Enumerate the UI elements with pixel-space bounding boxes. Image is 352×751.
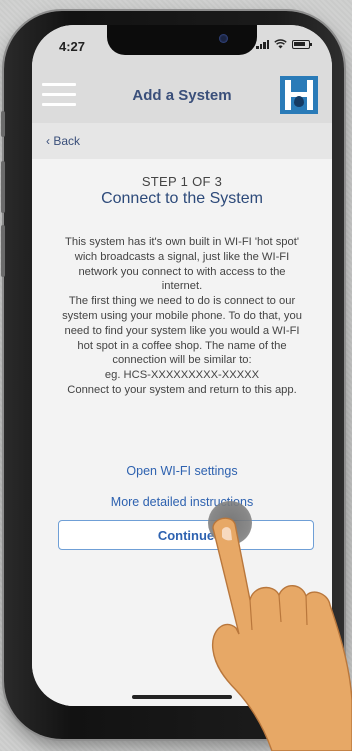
- instructions-text: This system has it's own built in WI-FI …: [42, 235, 322, 398]
- instructions-line: Connect to your system and return to thi…: [67, 383, 297, 396]
- wifi-icon: [274, 39, 287, 49]
- instructions-line: hot spot in a coffee shop. The name of t…: [77, 339, 287, 352]
- continue-button[interactable]: Continue: [58, 520, 314, 550]
- phone-side-button: [1, 111, 5, 137]
- instructions-line: network you connect to with access to th…: [78, 265, 286, 278]
- status-time: 4:27: [59, 39, 86, 54]
- instructions-line: internet.: [161, 280, 203, 293]
- main-content: STEP 1 OF 3 Connect to the System This s…: [32, 159, 332, 706]
- back-bar: ‹ Back: [32, 123, 332, 159]
- instructions-line: wich broadcasts a signal, just like the …: [74, 250, 290, 263]
- app-header: Add a System: [32, 69, 332, 123]
- battery-icon: [292, 40, 312, 49]
- camera-icon: [219, 34, 228, 43]
- open-wifi-settings-link[interactable]: Open WI-FI settings: [32, 464, 332, 478]
- instructions-line: This system has it's own built in WI-FI …: [65, 236, 299, 248]
- phone-notch: [107, 25, 257, 55]
- signal-icon: [256, 39, 269, 49]
- detailed-instructions-link[interactable]: More detailed instructions: [32, 495, 332, 509]
- instructions-line: connection will be similar to:: [112, 354, 252, 367]
- status-icons: [256, 39, 312, 49]
- instructions-line: The first thing we need to do is connect…: [68, 295, 296, 308]
- company-logo: [280, 76, 318, 114]
- instructions-line: eg. HCS-XXXXXXXXX-XXXXX: [104, 369, 260, 382]
- touch-indicator: [208, 501, 252, 545]
- phone-side-button: [1, 225, 5, 277]
- home-indicator[interactable]: [132, 695, 232, 699]
- back-button[interactable]: ‹ Back: [46, 134, 80, 148]
- phone-side-button: [1, 161, 5, 213]
- instructions-line: system using your mobile phone. To do th…: [62, 309, 302, 322]
- instructions-line: need to find your system like you would …: [64, 324, 300, 337]
- chevron-left-icon: ‹: [46, 134, 50, 148]
- back-label: Back: [53, 134, 81, 148]
- step-indicator: STEP 1 OF 3: [141, 174, 223, 189]
- phone-screen: 4:27 Add a System ‹ Back STEP 1 OF 3 Con…: [32, 25, 332, 706]
- section-title: Connect to the System: [101, 190, 263, 207]
